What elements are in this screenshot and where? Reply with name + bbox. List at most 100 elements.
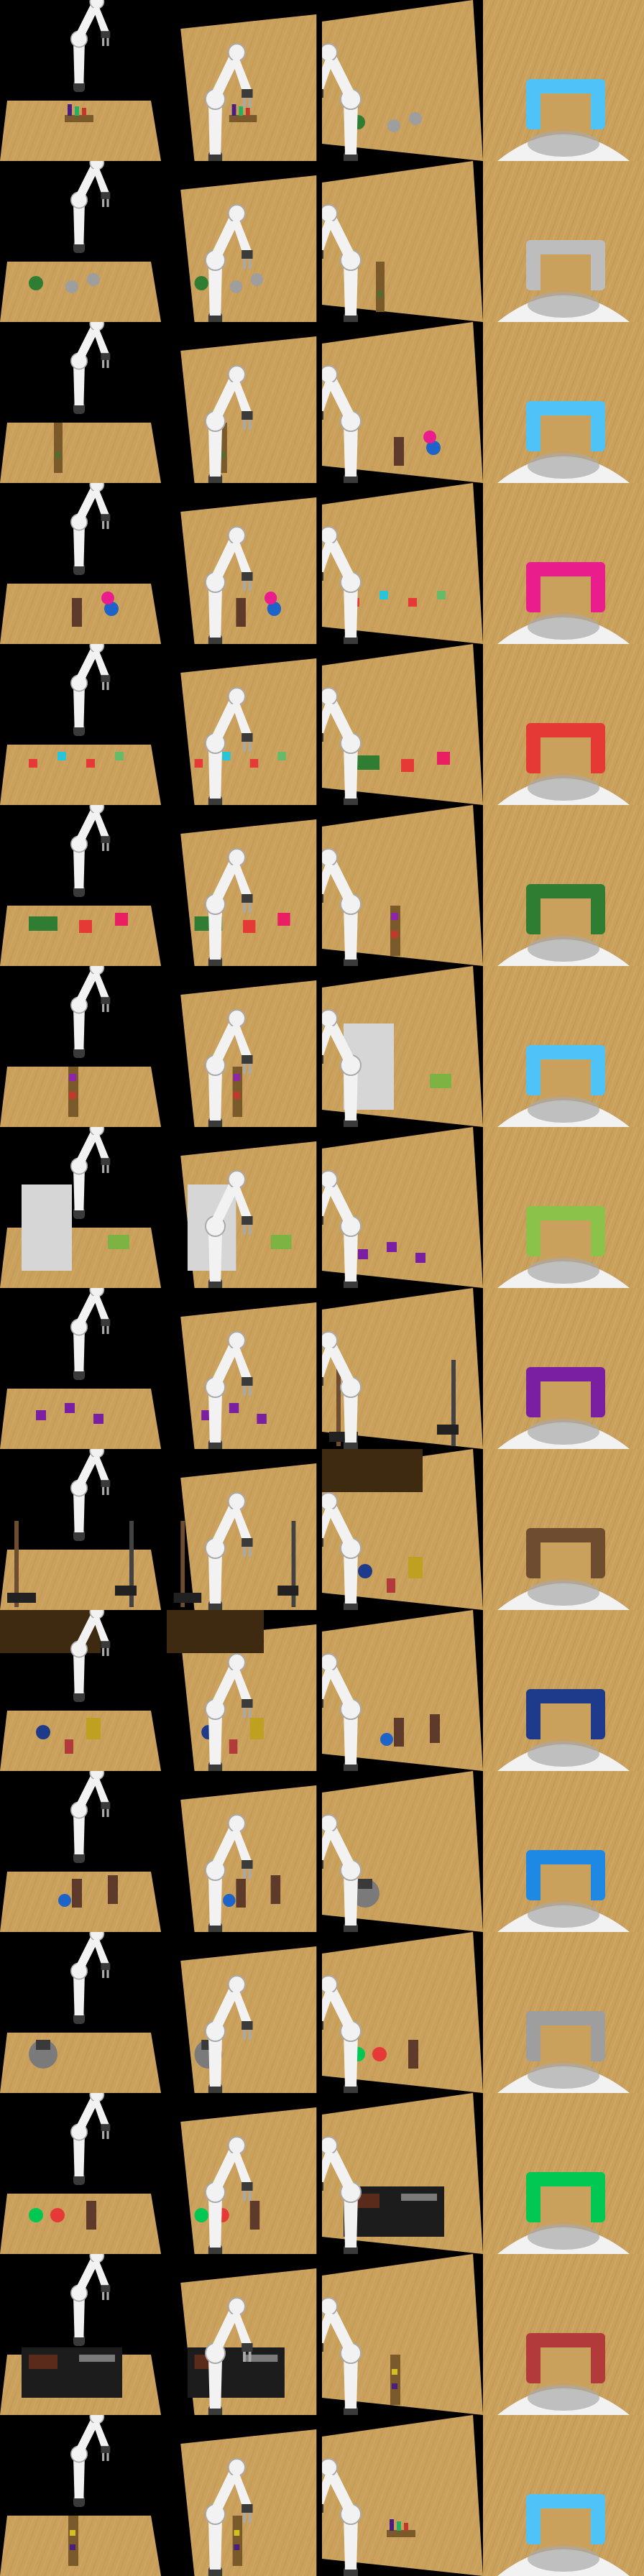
object-1 xyxy=(65,115,93,122)
front-view-green-red-bottles xyxy=(0,2093,161,2254)
overhead-view-left-image xyxy=(167,1449,322,1610)
wrist-camera-view-image xyxy=(483,966,644,1127)
object-3 xyxy=(249,759,259,768)
object-2 xyxy=(231,104,236,116)
overhead-view-right-blocks-on-plank xyxy=(322,0,483,161)
object-3 xyxy=(415,1253,426,1263)
object-1 xyxy=(358,1249,368,1259)
object-3 xyxy=(58,1894,71,1907)
wrist-camera-view-grey-cylinder xyxy=(483,1932,644,2093)
wrist-camera-view-blocks-on-plank xyxy=(483,0,644,161)
overhead-view-left-plank-with-pegs xyxy=(167,966,322,1127)
overhead-view-right-bottles-and-caps xyxy=(322,483,483,644)
object-3 xyxy=(101,592,114,604)
overhead-view-right-scattered-cubes xyxy=(322,644,483,805)
object-3 xyxy=(233,1092,241,1099)
overhead-view-right-plank-with-pegs xyxy=(322,966,483,1127)
overhead-view-left-image xyxy=(167,966,322,1127)
wrist-camera-view-image xyxy=(483,2093,644,2254)
wrist-camera-view-image xyxy=(483,1127,644,1288)
object-2 xyxy=(392,2369,397,2375)
object-3 xyxy=(87,273,100,286)
wrist-camera-view-green-red-bottles xyxy=(483,2093,644,2254)
object-3 xyxy=(249,1718,264,1739)
grid-row-3 xyxy=(0,322,644,483)
overhead-view-right-image xyxy=(322,1127,483,1288)
front-view-purple-blocks xyxy=(0,1288,161,1449)
overhead-view-right-bottles-on-table xyxy=(322,1771,483,1932)
object-2 xyxy=(50,2208,65,2222)
object-1 xyxy=(232,2516,243,2566)
image-grid xyxy=(0,0,644,2576)
overhead-view-right-plank-with-small-blocks xyxy=(322,2415,483,2576)
front-view-image xyxy=(0,1127,161,1288)
overhead-view-left-image xyxy=(167,483,322,644)
wrist-camera-view-image xyxy=(483,644,644,805)
overhead-view-right-purple-blocks xyxy=(322,1288,483,1449)
grid-row-1 xyxy=(0,0,644,161)
overhead-view-right-image xyxy=(322,1449,483,1610)
wrist-camera-view-plank-with-block xyxy=(483,322,644,483)
overhead-view-left-image xyxy=(167,1932,322,2093)
overhead-view-left-plank-with-block xyxy=(167,322,322,483)
overhead-view-right-plank-with-block xyxy=(322,322,483,483)
object-2 xyxy=(70,2530,75,2536)
wrist-camera-view-image xyxy=(483,1610,644,1771)
object-3 xyxy=(86,2201,96,2230)
overhead-view-right-image xyxy=(322,0,483,161)
front-view-image xyxy=(0,1610,161,1771)
wrist-camera-view-image xyxy=(483,2415,644,2576)
overhead-view-right-image xyxy=(322,966,483,1127)
object-1 xyxy=(394,437,404,466)
wrist-camera-view-image xyxy=(483,1288,644,1449)
object-2 xyxy=(229,280,243,293)
grid-row-13 xyxy=(0,1932,644,2093)
wrist-camera-view-image xyxy=(483,483,644,644)
object-4 xyxy=(245,108,250,116)
object-1 xyxy=(54,423,63,473)
wrist-camera-view-image xyxy=(483,805,644,966)
object-3 xyxy=(401,2194,437,2201)
object-1 xyxy=(29,759,37,768)
front-view-plank-with-small-blocks xyxy=(0,2415,161,2576)
object-3 xyxy=(239,106,244,116)
object-2 xyxy=(36,1725,50,1739)
front-view-colored-pads xyxy=(0,805,161,966)
wrist-camera-view-image xyxy=(483,1449,644,1610)
object-1 xyxy=(236,1879,246,1908)
front-view-grey-cylinder xyxy=(0,1932,161,2093)
grid-row-7 xyxy=(0,966,644,1127)
object-1 xyxy=(390,2355,400,2405)
grid-row-15 xyxy=(0,2254,644,2415)
object-1 xyxy=(29,916,58,931)
overhead-view-left-image xyxy=(167,2093,322,2254)
object-3 xyxy=(7,1593,36,1603)
front-view-image xyxy=(0,161,161,322)
grid-row-11 xyxy=(0,1610,644,1771)
overhead-view-left-colored-pads xyxy=(167,805,322,966)
object-2 xyxy=(430,1074,451,1088)
object-3 xyxy=(69,1092,76,1099)
object-2 xyxy=(65,280,78,293)
object-4 xyxy=(115,1586,137,1596)
object-2 xyxy=(79,920,92,933)
object-3 xyxy=(86,1718,101,1739)
object-1 xyxy=(29,276,43,290)
wrist-camera-view-image xyxy=(483,1771,644,1932)
object-1 xyxy=(322,1449,423,1492)
object-2 xyxy=(36,2040,50,2050)
object-2 xyxy=(68,104,72,116)
overhead-view-right-green-red-bottles xyxy=(322,2093,483,2254)
object-2 xyxy=(229,1403,239,1413)
object-3 xyxy=(234,2544,240,2550)
wrist-camera-view-image xyxy=(483,2254,644,2415)
overhead-view-left-cups-and-mugs xyxy=(167,161,322,322)
object-3 xyxy=(86,759,95,768)
object-3 xyxy=(223,1894,236,1907)
overhead-view-left-grill-and-meat xyxy=(167,2254,322,2415)
object-4 xyxy=(404,2523,408,2531)
object-1 xyxy=(22,1184,72,1271)
front-view-blocks-on-plank xyxy=(0,0,161,161)
overhead-view-left-purple-blocks xyxy=(167,1288,322,1449)
front-view-cluttered-cans xyxy=(0,1610,161,1771)
